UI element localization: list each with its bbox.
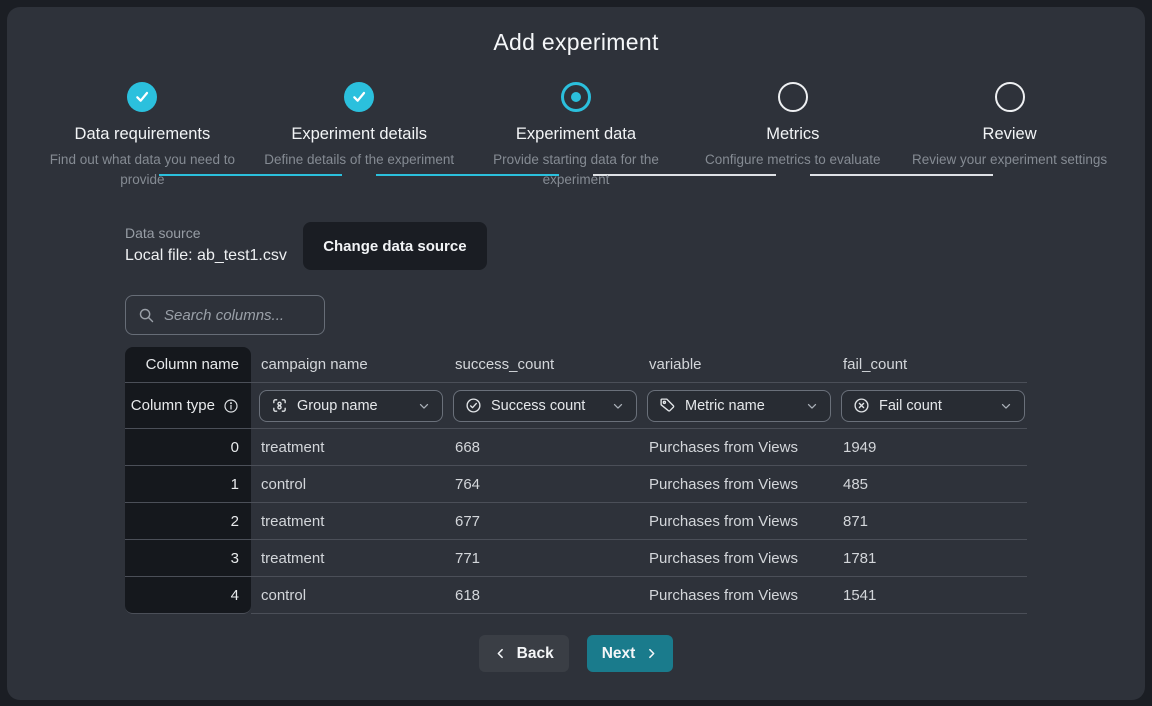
table-cell: 485 [833,466,1027,503]
columns-table: Column name campaign name success_count … [125,347,1027,614]
column-header: variable [639,347,833,383]
chevron-right-icon [645,647,658,660]
check-circle-icon [465,397,482,414]
table-cell: 677 [445,503,639,540]
table-cell: Purchases from Views [639,466,833,503]
table-cell: Purchases from Views [639,577,833,614]
column-type-cell: Fail count [833,383,1027,429]
corner-header: Column name [125,347,251,383]
step-description: Provide starting data for the experiment [471,150,681,189]
table-cell: Purchases from Views [639,503,833,540]
stepper: Data requirements Find out what data you… [7,82,1145,189]
stepper-step-experiment-details[interactable]: Experiment details Define details of the… [251,82,468,189]
search-icon [138,307,155,324]
back-button[interactable]: Back [479,635,569,672]
step-description: Find out what data you need to provide [37,150,247,189]
column-type-select-success-count[interactable]: Success count [453,390,637,422]
column-type-select-variable[interactable]: Metric name [647,390,831,422]
step-title: Experiment details [291,125,427,144]
next-button-label: Next [602,645,636,663]
back-button-label: Back [517,645,554,663]
data-source-section: Data source Local file: ab_test1.csv Cha… [125,225,1145,270]
add-experiment-dialog: Add experiment Data requirements Find ou… [7,7,1145,700]
info-icon[interactable] [223,398,239,414]
tag-icon [659,397,676,414]
table-cell: treatment [251,540,445,577]
step-completed-icon [344,82,374,112]
table-cell: treatment [251,503,445,540]
chevron-down-icon [999,399,1013,413]
table-cell: 668 [445,429,639,466]
stepper-step-experiment-data[interactable]: Experiment data Provide starting data fo… [468,82,685,189]
row-index: 1 [125,466,251,503]
group-icon [271,397,288,414]
column-type-label: Column type [131,397,215,414]
column-type-select-campaign-name[interactable]: Group name [259,390,443,422]
table-cell: 1949 [833,429,1027,466]
chevron-down-icon [805,399,819,413]
column-type-cell: Metric name [639,383,833,429]
column-type-select-fail-count[interactable]: Fail count [841,390,1025,422]
column-type-cell: Group name [251,383,445,429]
step-completed-icon [127,82,157,112]
step-current-icon [561,82,591,112]
table-cell: 1541 [833,577,1027,614]
x-circle-icon [853,397,870,414]
row-index: 4 [125,577,251,614]
step-title: Experiment data [516,125,636,144]
table-cell: 871 [833,503,1027,540]
next-button[interactable]: Next [587,635,674,672]
page-title: Add experiment [7,7,1145,56]
column-type-value: Metric name [685,398,765,414]
chevron-down-icon [611,399,625,413]
step-title: Review [983,125,1037,144]
change-data-source-button[interactable]: Change data source [303,222,487,270]
column-type-header: Column type [125,383,251,429]
data-source-value: Local file: ab_test1.csv [125,247,287,265]
step-description: Review your experiment settings [912,150,1107,170]
search-columns-input[interactable] [164,307,312,324]
table-cell: 1781 [833,540,1027,577]
stepper-step-metrics[interactable]: Metrics Configure metrics to evaluate [684,82,901,189]
step-description: Define details of the experiment [264,150,454,170]
column-type-value: Group name [297,398,378,414]
stepper-step-data-requirements[interactable]: Data requirements Find out what data you… [34,82,251,189]
step-title: Data requirements [75,125,211,144]
search-columns-box[interactable] [125,295,325,335]
table-cell: control [251,577,445,614]
chevron-down-icon [417,399,431,413]
row-index: 2 [125,503,251,540]
table-cell: Purchases from Views [639,429,833,466]
table-cell: 764 [445,466,639,503]
step-upcoming-icon [778,82,808,112]
table-cell: treatment [251,429,445,466]
stepper-step-review[interactable]: Review Review your experiment settings [901,82,1118,189]
column-header: campaign name [251,347,445,383]
step-title: Metrics [766,125,819,144]
column-type-value: Success count [491,398,585,414]
data-source-label: Data source [125,225,287,241]
chevron-left-icon [494,647,507,660]
wizard-footer: Back Next [7,635,1145,672]
step-upcoming-icon [995,82,1025,112]
step-description: Configure metrics to evaluate [705,150,881,170]
column-type-value: Fail count [879,398,942,414]
row-index: 3 [125,540,251,577]
table-cell: 771 [445,540,639,577]
table-cell: control [251,466,445,503]
column-header: success_count [445,347,639,383]
column-type-cell: Success count [445,383,639,429]
table-cell: 618 [445,577,639,614]
column-header: fail_count [833,347,1027,383]
table-cell: Purchases from Views [639,540,833,577]
row-index: 0 [125,429,251,466]
